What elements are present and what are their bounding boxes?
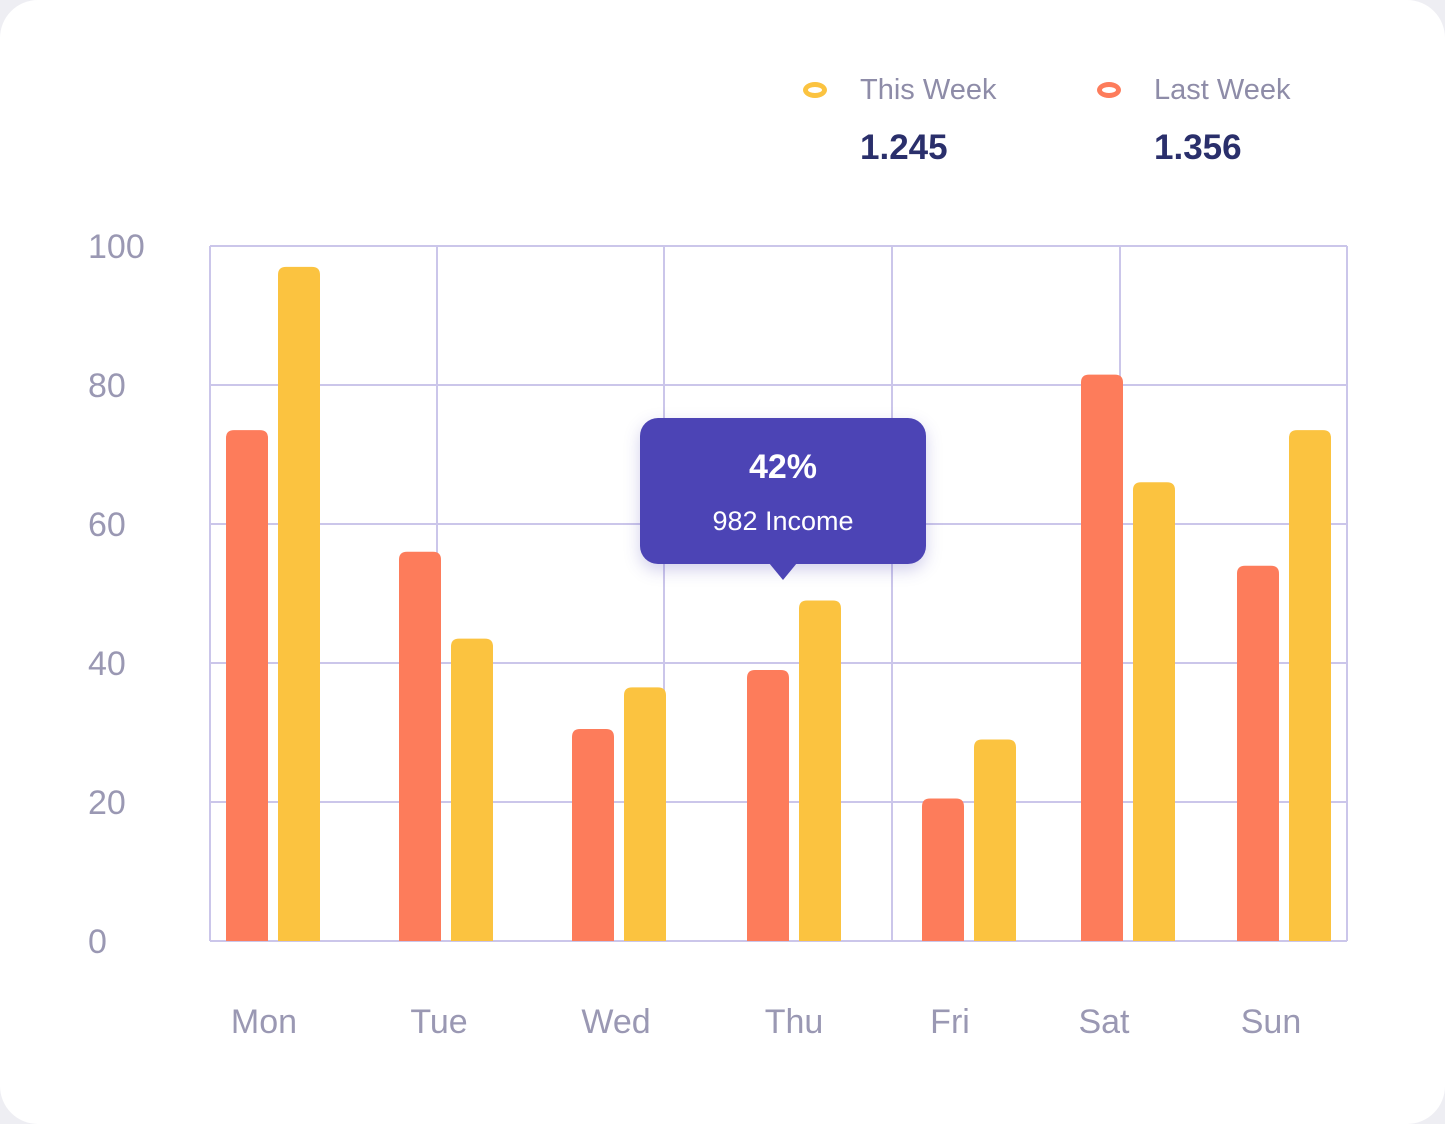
bar-this-week	[278, 266, 320, 942]
y-tick-label: 100	[88, 228, 145, 266]
bar-this-week	[1133, 482, 1175, 941]
bar-this-week	[799, 600, 841, 941]
x-tick-label: Sat	[1078, 1003, 1130, 1041]
y-tick-label: 40	[88, 645, 126, 683]
bar-last-week	[226, 430, 268, 941]
tooltip-income: 982 Income	[712, 506, 854, 536]
x-tick-label: Tue	[410, 1003, 467, 1041]
bar-last-week	[922, 798, 964, 941]
bar-this-week	[624, 687, 666, 941]
y-tick-label: 20	[88, 784, 126, 822]
y-tick-label: 60	[88, 506, 126, 544]
bar-this-week	[1289, 430, 1331, 941]
x-tick-label: Thu	[765, 1003, 824, 1041]
bar-last-week	[399, 551, 441, 941]
bar-last-week	[1081, 374, 1123, 941]
bar-this-week	[451, 638, 493, 941]
chart-tooltip: 42% 982 Income	[640, 418, 926, 580]
bar-last-week	[1237, 565, 1279, 941]
bar-this-week	[974, 739, 1016, 941]
x-tick-label: Wed	[581, 1003, 650, 1041]
x-tick-label: Sun	[1241, 1003, 1302, 1041]
chart-card: This Week 1.245 Last Week 1.356 0 20 40 60 8…	[0, 0, 1445, 1124]
bar-last-week	[572, 729, 614, 941]
x-tick-label: Fri	[930, 1003, 970, 1041]
bar-last-week	[747, 669, 789, 941]
y-tick-label: 80	[88, 367, 126, 405]
tooltip-percent: 42%	[748, 448, 818, 486]
x-tick-label: Mon	[231, 1003, 297, 1041]
y-tick-label: 0	[88, 923, 107, 961]
